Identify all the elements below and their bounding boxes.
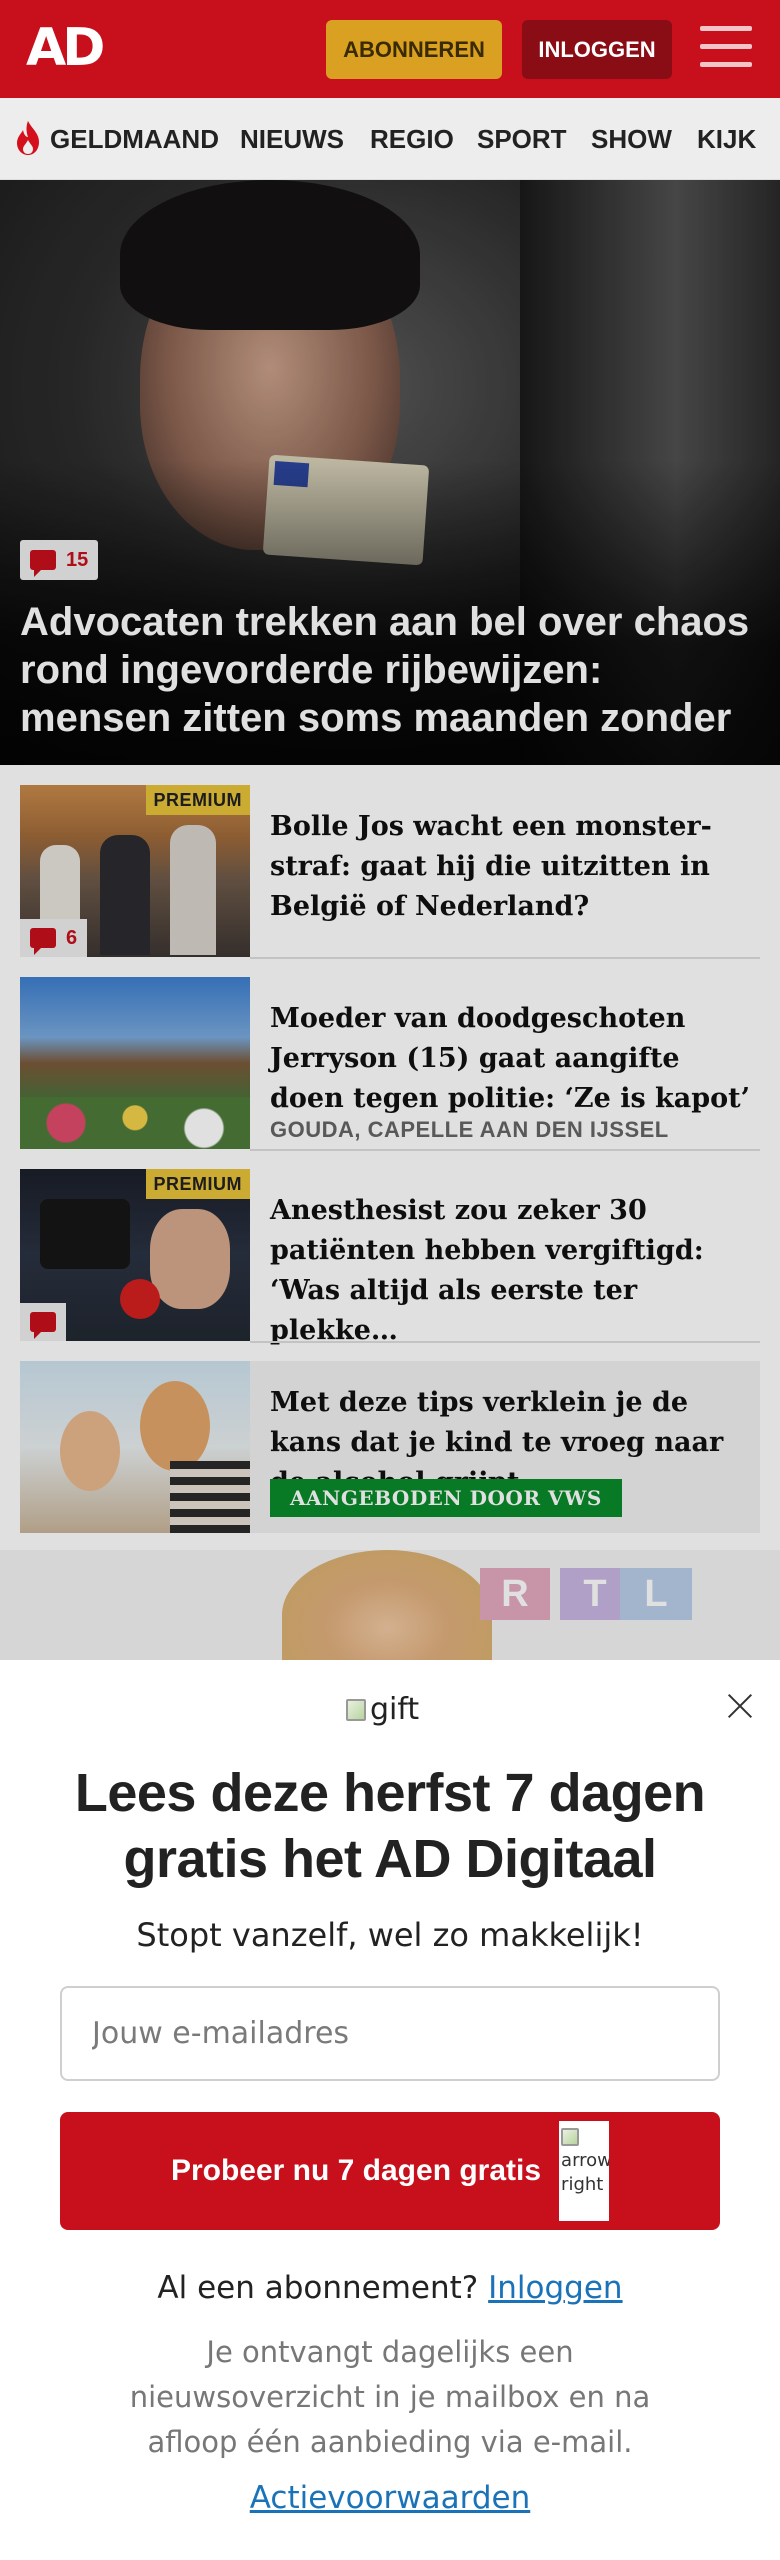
existing-subscription-line: Al een abonnement? Inloggen <box>0 2270 780 2306</box>
flame-icon <box>17 121 39 155</box>
login-link[interactable]: Inloggen <box>488 2270 622 2306</box>
nav-item-kijk[interactable]: KIJK <box>697 124 756 155</box>
try-free-button[interactable]: Probeer nu 7 dagen gratis arrow-right <box>60 2112 720 2230</box>
subscription-modal: gift Lees deze herfst 7 dagen gratis het… <box>0 1660 780 2560</box>
close-icon[interactable] <box>722 1688 758 1724</box>
nav-item-geldmaand[interactable]: GELDMAAND <box>50 124 219 155</box>
top-header: AD ABONNEREN INLOGGEN <box>0 0 780 98</box>
arrow-alt-text: arrow-right <box>561 2150 610 2195</box>
broken-image-icon <box>561 2128 580 2146</box>
broken-image-icon <box>346 1698 366 1721</box>
subscribe-button[interactable]: ABONNEREN <box>326 20 502 79</box>
nav-item-nieuws[interactable]: NIEUWS <box>240 124 344 155</box>
ad-logo[interactable]: AD <box>26 18 105 78</box>
nav-item-sport[interactable]: SPORT <box>477 124 567 155</box>
existing-subscription-text: Al een abonnement? <box>157 2270 479 2306</box>
nav-item-show[interactable]: SHOW <box>591 124 672 155</box>
modal-backdrop[interactable] <box>0 180 780 1660</box>
modal-subtitle: Stopt vanzelf, wel zo makkelijk! <box>136 1916 644 1954</box>
info-text: Je ontvangt dagelijks een nieuwsoverzich… <box>129 2335 651 2459</box>
section-nav: GELDMAAND NIEUWS REGIO SPORT SHOW KIJK <box>0 98 780 180</box>
nav-item-regio[interactable]: REGIO <box>370 124 454 155</box>
arrow-right-icon: arrow-right <box>559 2121 610 2221</box>
hamburger-icon[interactable] <box>700 26 752 72</box>
try-free-label: Probeer nu 7 dagen gratis <box>170 2154 542 2187</box>
gift-alt-text: gift <box>370 1692 420 1727</box>
gift-icon: gift <box>346 1692 419 1727</box>
email-field[interactable] <box>60 1986 720 2081</box>
modal-title: Lees deze herfst 7 dagen gratis het AD D… <box>74 1763 706 1889</box>
terms-link[interactable]: Actievoorwaarden <box>0 2480 780 2516</box>
login-button[interactable]: INLOGGEN <box>522 20 672 79</box>
